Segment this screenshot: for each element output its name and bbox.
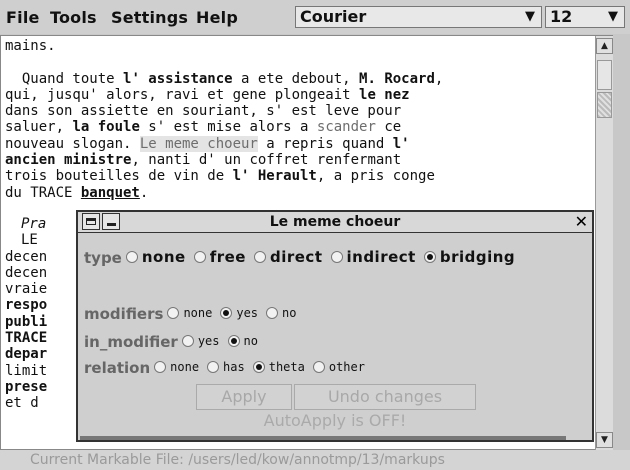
- relation-label: relation: [84, 358, 151, 377]
- type-radio-bridging[interactable]: [423, 251, 436, 263]
- editor-fragment: decen: [5, 248, 48, 265]
- relation-option-none[interactable]: none: [154, 360, 199, 374]
- type-radio-direct[interactable]: [253, 251, 266, 263]
- relation-option-label: theta: [268, 360, 305, 374]
- scroll-down-icon[interactable]: ▼: [596, 432, 613, 448]
- type-option-indirect[interactable]: indirect: [330, 248, 416, 266]
- editor-fragment: respo: [5, 297, 48, 314]
- type-option-free[interactable]: free: [193, 248, 246, 266]
- type-radio-free[interactable]: [193, 251, 206, 263]
- editor-fragment: Pra: [21, 216, 47, 232]
- editor-hidden-text: Pra LE decen decen vraie respo publi TRACE depar…: [5, 216, 47, 412]
- editor-line: du TRACE banquet.: [5, 184, 149, 201]
- editor-text: mains. Quand toute l' assistance a ete d…: [5, 38, 609, 201]
- type-option-label: bridging: [439, 248, 516, 266]
- menu-bar: File Tools Settings Help Courier ▼ 12 ▼: [0, 0, 630, 34]
- in-modifier-radio-no[interactable]: [227, 335, 240, 347]
- editor-line: trois bouteilles de vin de l' Herault, a…: [5, 168, 435, 185]
- menu-file[interactable]: File: [6, 8, 40, 27]
- font-select[interactable]: Courier ▼: [295, 6, 542, 28]
- type-option-label: free: [209, 248, 246, 266]
- type-option-bridging[interactable]: bridging: [423, 248, 516, 266]
- menu-settings[interactable]: Settings: [111, 8, 188, 27]
- editor-fragment: vraie: [5, 281, 48, 298]
- relation-option-label: none: [170, 360, 200, 374]
- editor-fragment: publi: [5, 313, 48, 330]
- chevron-down-icon: ▼: [608, 9, 618, 24]
- editor-fragment: depar: [5, 346, 48, 363]
- modifiers-option-label: no: [282, 306, 297, 320]
- type-radio-indirect[interactable]: [330, 251, 343, 263]
- vertical-scrollbar[interactable]: ▲ ▼: [595, 36, 613, 450]
- size-select[interactable]: 12 ▼: [545, 6, 625, 28]
- relation-option-has[interactable]: has: [207, 360, 245, 374]
- in-modifier-row: in_modifier yes no: [84, 332, 266, 351]
- in-modifier-radio-yes[interactable]: [181, 335, 194, 347]
- relation-option-label: other: [328, 360, 365, 374]
- chevron-down-icon: ▼: [525, 9, 535, 24]
- undo-changes-button[interactable]: Undo changes: [294, 384, 476, 410]
- in-modifier-label: in_modifier: [84, 332, 178, 351]
- type-option-direct[interactable]: direct: [253, 248, 323, 266]
- menu-tools[interactable]: Tools: [50, 8, 97, 27]
- modifiers-option-yes[interactable]: yes: [220, 306, 258, 320]
- type-option-label: direct: [269, 248, 323, 266]
- editor-line: mains.: [5, 38, 56, 54]
- relation-row: relation none has theta other: [84, 358, 373, 377]
- font-select-value: Courier: [300, 7, 367, 26]
- editor-fragment: decen: [5, 264, 48, 281]
- editor-fragment: et d: [5, 395, 39, 412]
- relation-radio-has[interactable]: [207, 361, 220, 373]
- modifiers-option-none[interactable]: none: [167, 306, 212, 320]
- size-select-value: 12: [550, 7, 573, 26]
- modifiers-option-label: none: [183, 306, 213, 320]
- relation-option-label: has: [223, 360, 245, 374]
- modifiers-radio-yes[interactable]: [220, 307, 233, 319]
- relation-option-theta[interactable]: theta: [252, 360, 305, 374]
- modifiers-label: modifiers: [84, 304, 164, 323]
- in-modifier-option-label: yes: [197, 334, 220, 348]
- editor-line: dans son assiette en souriant, s' est le…: [5, 103, 402, 120]
- modifiers-radio-no[interactable]: [266, 307, 279, 319]
- editor-fragment: TRACE: [5, 330, 48, 347]
- apply-button[interactable]: Apply: [196, 384, 292, 410]
- dialog-title: Le meme choeur: [269, 214, 401, 230]
- in-modifier-option-label: no: [243, 334, 258, 348]
- type-option-none[interactable]: none: [125, 248, 186, 266]
- dialog-titlebar[interactable]: Le meme choeur ✕: [78, 212, 592, 233]
- editor-line: saluer, la foule s' est mise alors a sca…: [5, 119, 402, 136]
- modifiers-radio-none[interactable]: [167, 307, 180, 319]
- menu-help[interactable]: Help: [196, 8, 238, 27]
- editor-line: nouveau slogan. Le meme choeur a repris …: [5, 135, 410, 152]
- editor-line: qui, jusqu' alors, ravi et gene plongeai…: [5, 86, 410, 103]
- markable-dialog: Le meme choeur ✕ type none free direct indi…: [76, 210, 594, 442]
- scrollbar-grip[interactable]: [597, 92, 612, 118]
- relation-option-other[interactable]: other: [312, 360, 365, 374]
- editor-line: Quand toute l' assistance a ete debout, …: [5, 70, 444, 87]
- in-modifier-option-no[interactable]: no: [227, 334, 258, 348]
- type-option-label: indirect: [346, 248, 416, 266]
- relation-radio-none[interactable]: [154, 361, 167, 373]
- editor-line: ancien ministre, nanti d' un coffret ren…: [5, 152, 402, 169]
- modifiers-option-label: yes: [236, 306, 259, 320]
- close-icon[interactable]: ✕: [575, 212, 588, 231]
- autoapply-status: AutoApply is OFF!: [263, 411, 407, 430]
- dialog-horizontal-scrollbar[interactable]: [80, 436, 566, 440]
- type-option-label: none: [141, 248, 186, 266]
- type-radio-none[interactable]: [125, 251, 138, 263]
- editor-fragment: prese: [5, 378, 48, 395]
- scroll-up-icon[interactable]: ▲: [596, 38, 613, 54]
- scrollbar-thumb[interactable]: [597, 60, 612, 90]
- status-bar: Current Markable File: /users/led/kow/an…: [0, 450, 630, 470]
- editor-fragment: limit: [5, 362, 48, 379]
- type-label: type: [84, 248, 122, 267]
- modifiers-option-no[interactable]: no: [266, 306, 296, 320]
- editor-fragment: LE: [21, 232, 38, 249]
- type-row: type none free direct indirect bridging: [84, 248, 523, 267]
- relation-radio-theta[interactable]: [252, 361, 265, 373]
- in-modifier-option-yes[interactable]: yes: [181, 334, 220, 348]
- relation-radio-other[interactable]: [312, 361, 325, 373]
- modifiers-row: modifiers none yes no: [84, 304, 304, 323]
